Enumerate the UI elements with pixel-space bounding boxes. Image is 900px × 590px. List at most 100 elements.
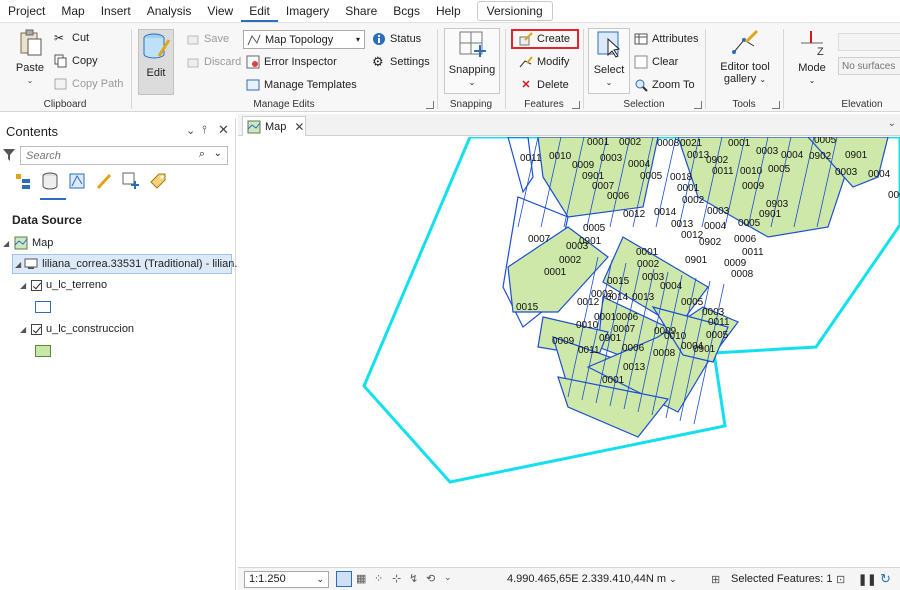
map-topology-select[interactable]: Map Topology ▾ bbox=[243, 30, 365, 49]
tools-launcher-icon[interactable] bbox=[772, 101, 780, 109]
pane-menu-chevron-icon[interactable]: ⌄ bbox=[186, 124, 195, 137]
snapping-list-icon[interactable] bbox=[122, 172, 140, 190]
copy-path-button[interactable]: Copy Path bbox=[54, 77, 123, 91]
selection-launcher-icon[interactable] bbox=[694, 101, 702, 109]
rotation-icon[interactable]: ⟲ bbox=[426, 572, 435, 585]
chevron-down-icon: ⌄ bbox=[808, 76, 816, 85]
tab-map[interactable]: Map ✕ bbox=[242, 116, 306, 136]
parcel-label: 0013 bbox=[671, 219, 694, 230]
search-input[interactable] bbox=[21, 147, 181, 164]
contents-title: Contents bbox=[6, 124, 59, 139]
parcel-label: 0011 bbox=[712, 166, 734, 177]
status-button[interactable]: Status bbox=[372, 32, 421, 46]
chevron-down-icon[interactable]: ⌄ bbox=[316, 572, 324, 587]
menu-bcgs[interactable]: Bcgs bbox=[385, 0, 428, 22]
layer-swatch-terreno[interactable] bbox=[35, 301, 51, 313]
close-tab-icon[interactable]: ✕ bbox=[294, 120, 304, 134]
menu-edit[interactable]: Edit bbox=[241, 0, 278, 22]
tree-layer-construccion[interactable]: ◢ u_lc_construccion bbox=[20, 323, 134, 335]
expand-caret-icon[interactable]: ◢ bbox=[15, 260, 21, 269]
create-button[interactable]: Create bbox=[511, 29, 579, 49]
parcel[interactable] bbox=[507, 137, 534, 194]
labeling-icon[interactable] bbox=[149, 172, 167, 190]
toolbar-chevron-icon[interactable]: ⌄ bbox=[444, 572, 452, 583]
zoom-to-button[interactable]: Zoom To bbox=[634, 78, 695, 92]
chevron-down-icon: ⌄ bbox=[468, 78, 476, 87]
select-button[interactable]: Select ⌄ bbox=[588, 28, 630, 94]
constraint-icon[interactable]: ⊹ bbox=[392, 572, 401, 585]
parcel-label: 0010 bbox=[549, 151, 572, 162]
editing-icon[interactable] bbox=[95, 172, 113, 190]
menu-imagery[interactable]: Imagery bbox=[278, 0, 337, 22]
search-icon[interactable]: ⌕ bbox=[199, 148, 205, 161]
cut-button[interactable]: ✂ Cut bbox=[54, 31, 89, 45]
layer-swatch-construccion[interactable] bbox=[35, 345, 51, 357]
menu-analysis[interactable]: Analysis bbox=[139, 0, 200, 22]
grid-icon[interactable]: ▦ bbox=[356, 572, 366, 585]
manage-edits-launcher-icon[interactable] bbox=[426, 101, 434, 109]
error-inspector-icon bbox=[246, 55, 260, 69]
discard-button[interactable]: Discard bbox=[186, 55, 241, 69]
parcel-line bbox=[517, 137, 539, 228]
menu-project[interactable]: Project bbox=[0, 0, 53, 22]
modify-button[interactable]: Modify bbox=[519, 55, 569, 69]
attributes-button[interactable]: Attributes bbox=[634, 32, 698, 46]
copy-button[interactable]: Copy bbox=[54, 54, 98, 68]
manage-templates-button[interactable]: Manage Templates bbox=[246, 78, 357, 92]
selection-list-icon[interactable] bbox=[68, 172, 86, 190]
navigation-icon[interactable]: ↯ bbox=[409, 572, 418, 585]
pause-drawing-icon[interactable]: ❚❚ bbox=[858, 573, 876, 586]
menu-insert[interactable]: Insert bbox=[93, 0, 139, 22]
menu-map[interactable]: Map bbox=[53, 0, 92, 22]
paste-button[interactable]: Paste ⌄ bbox=[12, 29, 48, 86]
filter-icon[interactable] bbox=[3, 148, 15, 162]
drawing-order-icon[interactable] bbox=[14, 172, 32, 190]
elevation-field[interactable] bbox=[838, 33, 900, 51]
delete-button[interactable]: ✕ Delete bbox=[519, 78, 568, 92]
edit-button[interactable]: Edit bbox=[138, 29, 174, 95]
data-source-icon[interactable] bbox=[41, 172, 59, 190]
filter-status-icon[interactable]: ⊡ bbox=[836, 573, 845, 586]
status-bar: 1:1.250 ⌄ ▦ ⁘ ⊹ ↯ ⟲ ⌄ 4.990.465,65E 2.339… bbox=[238, 567, 900, 590]
tree-map-node[interactable]: ◢ Map bbox=[3, 236, 53, 250]
close-pane-icon[interactable]: ✕ bbox=[218, 122, 229, 138]
menu-help[interactable]: Help bbox=[428, 0, 469, 22]
search-options-chevron-icon[interactable]: ⌄ bbox=[214, 148, 222, 159]
expand-caret-icon[interactable]: ◢ bbox=[20, 281, 28, 290]
chevron-down-icon[interactable]: ⌄ bbox=[669, 574, 677, 584]
layer-visibility-checkbox[interactable] bbox=[31, 279, 42, 291]
tree-connection-node[interactable]: ◢ liliana_correa.33531 (Traditional) - l… bbox=[12, 254, 244, 274]
copy-path-icon bbox=[54, 77, 68, 91]
editor-tool-gallery-button[interactable]: Editor tool gallery ⌄ bbox=[712, 28, 778, 86]
surface-input[interactable] bbox=[838, 57, 900, 75]
snapping-group: Snapping ⌄ Snapping bbox=[438, 23, 504, 113]
settings-button[interactable]: ⚙ Settings bbox=[372, 55, 430, 69]
snapping-button[interactable]: Snapping ⌄ bbox=[444, 28, 500, 94]
layer-visibility-checkbox[interactable] bbox=[31, 323, 42, 335]
pin-icon[interactable]: ⫯ bbox=[202, 124, 207, 137]
scale-select[interactable]: 1:1.250 ⌄ bbox=[244, 571, 329, 588]
clear-selection-button[interactable]: Clear bbox=[634, 55, 678, 69]
map-view[interactable]: 0011 0010 0001 0002 0003 0004 0009 0005 0901 0007… bbox=[238, 137, 900, 567]
tab-overflow-chevron-icon[interactable]: ⌄ bbox=[888, 118, 896, 129]
save-button[interactable]: Save bbox=[186, 32, 229, 46]
fixed-zoom-icon[interactable] bbox=[336, 571, 352, 587]
edit-label: Edit bbox=[146, 67, 166, 79]
features-launcher-icon[interactable] bbox=[572, 101, 580, 109]
snapping-toggle-icon[interactable]: ⁘ bbox=[374, 572, 383, 585]
map-canvas[interactable]: 0011 00100001 0002000300040009000509010007… bbox=[238, 137, 900, 567]
chevron-down-icon: ⌄ bbox=[759, 75, 767, 84]
search-box[interactable]: ⌕ ⌄ bbox=[20, 146, 228, 165]
tree-layer-terreno[interactable]: ◢ u_lc_terreno bbox=[20, 279, 107, 291]
expand-caret-icon[interactable]: ◢ bbox=[20, 325, 28, 334]
parcel-label: 0012 bbox=[623, 209, 646, 220]
menu-versioning[interactable]: Versioning bbox=[476, 1, 553, 21]
refresh-icon[interactable]: ↻ bbox=[880, 571, 891, 587]
menu-view[interactable]: View bbox=[199, 0, 241, 22]
selection-status-icon[interactable]: ⊞ bbox=[711, 573, 720, 586]
connection-node-label: liliana_correa.33531 (Traditional) - lil… bbox=[42, 258, 244, 270]
expand-caret-icon[interactable]: ◢ bbox=[3, 239, 11, 248]
error-inspector-button[interactable]: Error Inspector bbox=[246, 55, 337, 69]
menu-share[interactable]: Share bbox=[337, 0, 385, 22]
mode-button[interactable]: Z Mode ⌄ bbox=[792, 29, 832, 86]
